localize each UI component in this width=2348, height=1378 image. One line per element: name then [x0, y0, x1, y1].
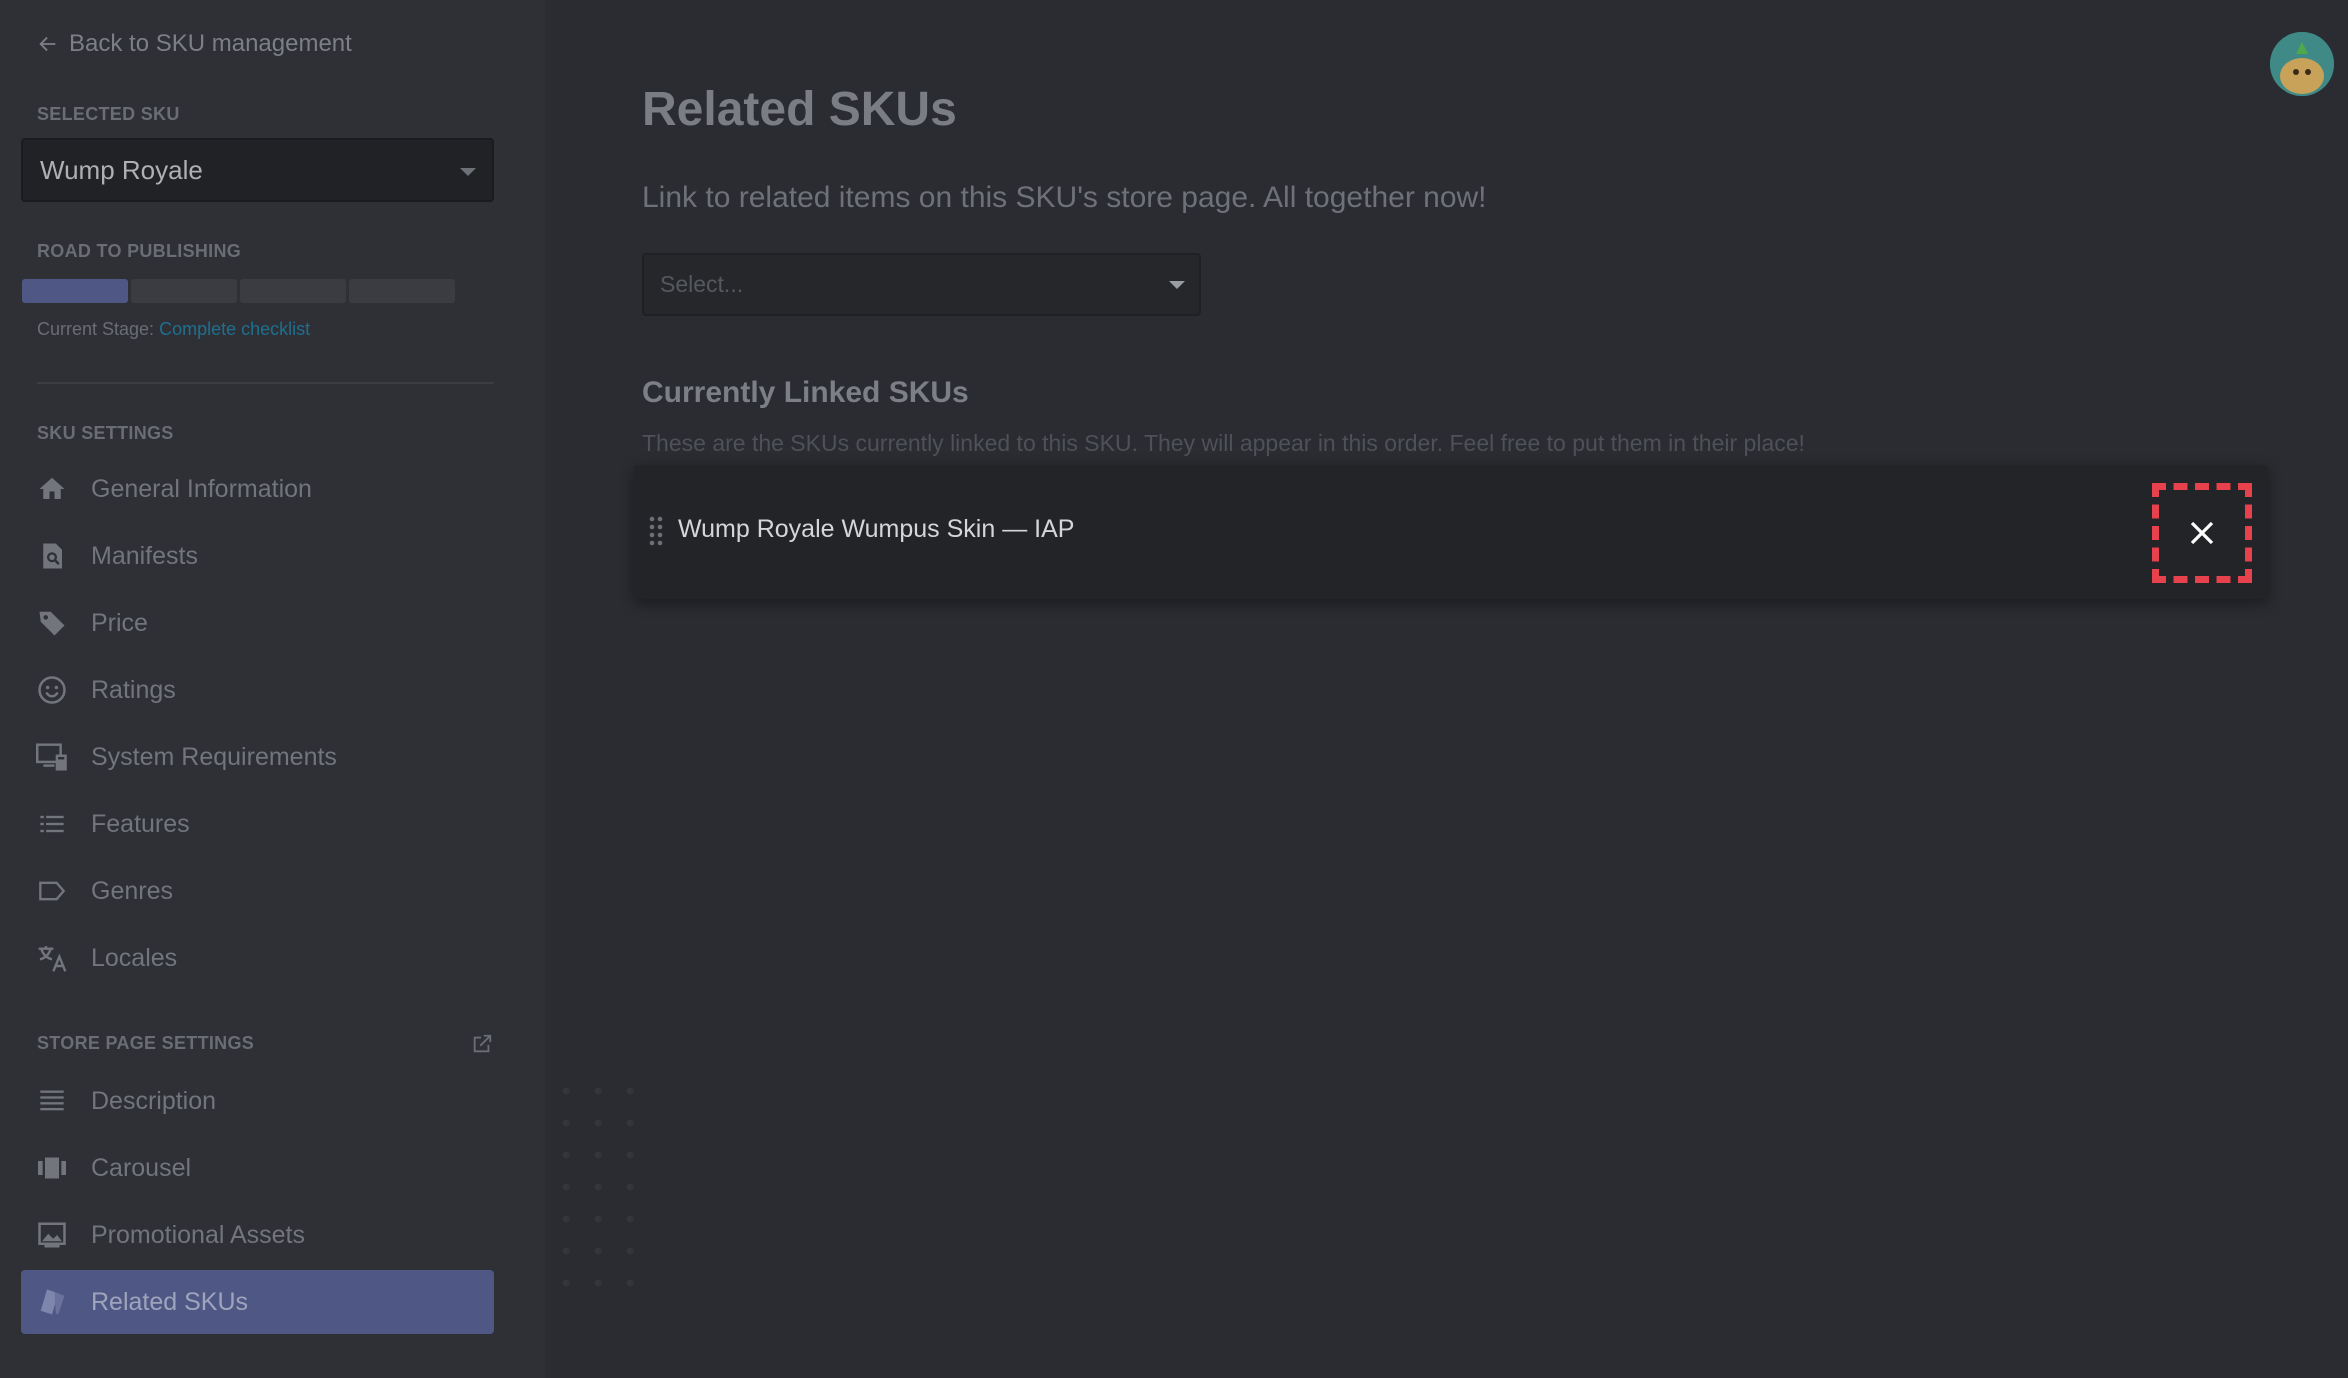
smiley-icon — [35, 673, 69, 707]
close-icon — [2190, 521, 2214, 545]
sidebar: Back to SKU management SELECTED SKU Wump… — [0, 0, 545, 1378]
store-page-settings-label: STORE PAGE SETTINGS — [37, 1033, 255, 1053]
avatar[interactable] — [2270, 32, 2334, 96]
chevron-down-icon — [1169, 281, 1185, 289]
related-sku-select[interactable]: Select... — [642, 253, 1201, 316]
back-link[interactable]: Back to SKU management — [37, 30, 352, 58]
carousel-icon — [35, 1151, 69, 1185]
computer-icon — [35, 740, 69, 774]
linked-sku-name: Wump Royale Wumpus Skin — IAP — [678, 515, 1075, 543]
sidebar-item-system-requirements[interactable]: System Requirements — [21, 726, 494, 788]
chevron-down-icon — [460, 168, 476, 176]
related-sku-select-placeholder: Select... — [660, 271, 744, 297]
current-stage-link[interactable]: Complete checklist — [159, 319, 310, 339]
arrow-left-icon — [39, 36, 56, 52]
progress-segment — [131, 279, 237, 303]
sidebar-item-label: Manifests — [91, 541, 198, 570]
user-avatar-image — [2270, 32, 2334, 96]
sidebar-item-ratings[interactable]: Ratings — [21, 659, 494, 721]
sku-select-value: Wump Royale — [40, 154, 203, 185]
sidebar-item-promotional-assets[interactable]: Promotional Assets — [21, 1204, 494, 1266]
sidebar-item-carousel[interactable]: Carousel — [21, 1137, 494, 1199]
sidebar-item-label: Description — [91, 1086, 217, 1115]
selected-sku-label: SELECTED SKU — [37, 104, 180, 124]
sidebar-item-label: Genres — [91, 876, 173, 905]
sidebar-item-label: Carousel — [91, 1153, 192, 1182]
back-link-label: Back to SKU management — [69, 30, 352, 57]
list-icon — [35, 807, 69, 841]
description-icon — [35, 1084, 69, 1118]
sku-settings-label: SKU SETTINGS — [37, 423, 174, 443]
sidebar-item-label: Features — [91, 809, 190, 838]
image-icon — [35, 1218, 69, 1252]
publishing-progress — [22, 279, 455, 303]
progress-segment — [22, 279, 128, 303]
page-title: Related SKUs — [642, 83, 957, 136]
sidebar-item-price[interactable]: Price — [21, 592, 494, 654]
sidebar-item-related-skus[interactable]: Related SKUs — [21, 1270, 494, 1334]
sidebar-item-label: Promotional Assets — [91, 1220, 305, 1249]
progress-segment — [240, 279, 346, 303]
external-link-icon[interactable] — [471, 1033, 493, 1055]
progress-segment — [349, 279, 455, 303]
remove-linked-sku-button[interactable] — [2152, 483, 2252, 583]
manifest-icon — [35, 539, 69, 573]
sidebar-item-label: General Information — [91, 474, 312, 503]
tag-outline-icon — [35, 874, 69, 908]
sku-select[interactable]: Wump Royale — [21, 138, 494, 202]
page-description: Link to related items on this SKU's stor… — [642, 181, 1487, 214]
sidebar-item-label: Locales — [91, 943, 178, 972]
background-dot-pattern — [550, 1075, 650, 1305]
sidebar-item-label: Related SKUs — [91, 1287, 249, 1316]
sidebar-item-description[interactable]: Description — [21, 1070, 494, 1132]
sidebar-item-label: Price — [91, 608, 148, 637]
sidebar-item-general-information[interactable]: General Information — [21, 458, 494, 520]
sidebar-item-label: System Requirements — [91, 742, 337, 771]
translate-icon — [35, 941, 69, 975]
current-stage-label: Current Stage: — [37, 319, 155, 339]
sidebar-item-manifests[interactable]: Manifests — [21, 525, 494, 587]
road-to-publishing-label: ROAD TO PUBLISHING — [37, 241, 242, 261]
linked-sku-row[interactable]: Wump Royale Wumpus Skin — IAP — [634, 465, 2268, 599]
sidebar-item-locales[interactable]: Locales — [21, 927, 494, 989]
sidebar-item-label: Ratings — [91, 675, 176, 704]
price-tag-icon — [35, 606, 69, 640]
linked-skus-description: These are the SKUs currently linked to t… — [642, 430, 1805, 456]
linked-skus-heading: Currently Linked SKUs — [642, 376, 969, 409]
current-stage: Current Stage: Complete checklist — [37, 319, 310, 340]
sidebar-item-genres[interactable]: Genres — [21, 860, 494, 922]
drag-handle-icon[interactable] — [648, 515, 664, 547]
divider — [37, 382, 494, 384]
sidebar-item-features[interactable]: Features — [21, 793, 494, 855]
home-icon — [35, 472, 69, 506]
related-skus-icon — [35, 1285, 69, 1319]
